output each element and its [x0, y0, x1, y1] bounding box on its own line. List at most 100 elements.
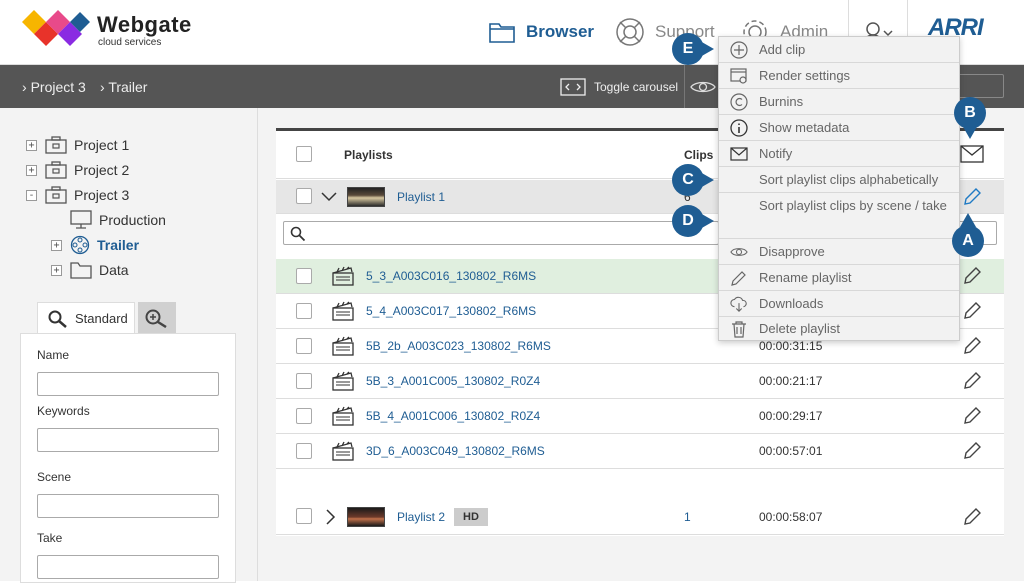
- menu-item-sort-by-scene-take[interactable]: Sort playlist clips by scene / take: [719, 193, 959, 239]
- clip-row[interactable]: 5B_4_A001C006_130802_R0Z4 00:00:29:17: [276, 399, 1004, 434]
- menu-item-label: Notify: [759, 146, 793, 161]
- row-checkbox[interactable]: [296, 268, 312, 284]
- cloud-download-icon: [730, 295, 748, 313]
- menu-item-label: Show metadata: [759, 120, 850, 135]
- row-checkbox[interactable]: [296, 373, 312, 389]
- pencil-icon[interactable]: [962, 301, 982, 321]
- expand-toggle[interactable]: +: [26, 139, 37, 151]
- menu-item-label: Disapprove: [759, 244, 825, 259]
- clapperboard-icon: [332, 371, 354, 391]
- playlist-name[interactable]: Playlist 2: [397, 510, 445, 524]
- row-checkbox[interactable]: [296, 188, 312, 204]
- menu-item-render-settings[interactable]: Render settings: [719, 63, 959, 89]
- playlist-row[interactable]: Playlist 2 HD 1 00:00:58:07: [276, 500, 1004, 535]
- info-icon: [730, 119, 748, 137]
- tree-item-data[interactable]: + Data: [51, 259, 129, 281]
- row-checkbox[interactable]: [296, 338, 312, 354]
- pencil-icon[interactable]: [962, 507, 982, 527]
- tree-item-label: Production: [99, 212, 166, 228]
- search-icon: [48, 310, 67, 328]
- expand-toggle[interactable]: +: [51, 239, 62, 251]
- clip-name[interactable]: 5_4_A003C017_130802_R6MS: [366, 304, 536, 318]
- menu-item-rename-playlist[interactable]: Rename playlist: [719, 265, 959, 291]
- name-input[interactable]: [37, 372, 219, 396]
- webgate-logo-icon: [22, 10, 90, 46]
- select-all-checkbox[interactable]: [296, 146, 312, 162]
- tree-item-label: Trailer: [97, 237, 140, 253]
- monitor-icon: [70, 210, 92, 229]
- row-checkbox[interactable]: [296, 508, 312, 524]
- pencil-icon[interactable]: [962, 336, 982, 356]
- toggle-carousel-button[interactable]: Toggle carousel: [560, 75, 678, 99]
- breadcrumb-search-input[interactable]: [958, 74, 1004, 98]
- tree-item-project-2[interactable]: + Project 2: [26, 159, 129, 181]
- scene-input[interactable]: [37, 494, 219, 518]
- callout-c: C: [672, 164, 714, 196]
- header-playlists: Playlists: [344, 148, 393, 162]
- render-settings-icon: [730, 67, 748, 85]
- playlist-name[interactable]: Playlist 1: [397, 190, 445, 204]
- brand-subtitle: cloud services: [98, 37, 162, 48]
- menu-item-label: Render settings: [759, 68, 851, 83]
- envelope-icon[interactable]: [960, 145, 984, 163]
- playlist-thumbnail: [347, 187, 385, 207]
- hd-badge: HD: [454, 508, 488, 526]
- tree-item-label: Project 1: [74, 137, 130, 153]
- brand-name: Webgate: [97, 12, 192, 37]
- clip-duration: 00:00:21:17: [759, 374, 823, 388]
- tree-item-trailer[interactable]: + Trailer: [51, 234, 139, 256]
- header-clips: Clips: [684, 148, 714, 162]
- row-checkbox[interactable]: [296, 303, 312, 319]
- clip-row[interactable]: 5B_3_A001C005_130802_R0Z4 00:00:21:17: [276, 364, 1004, 399]
- clip-name[interactable]: 5_3_A003C016_130802_R6MS: [366, 269, 536, 283]
- clip-name[interactable]: 3D_6_A003C049_130802_R6MS: [366, 444, 545, 458]
- take-input[interactable]: [37, 555, 219, 579]
- folder-icon: [70, 262, 92, 279]
- breadcrumb-item[interactable]: › Project 3: [22, 79, 86, 95]
- menu-item-sort-alphabetically[interactable]: Sort playlist clips alphabetically: [719, 167, 959, 193]
- clip-row[interactable]: 3D_6_A003C049_130802_R6MS 00:00:57:01: [276, 434, 1004, 469]
- menu-item-delete-playlist[interactable]: Delete playlist: [719, 317, 959, 341]
- menu-item-downloads[interactable]: Downloads: [719, 291, 959, 317]
- pencil-icon[interactable]: [962, 406, 982, 426]
- chevron-right-icon[interactable]: [325, 508, 337, 526]
- tab-advanced-search[interactable]: [138, 302, 176, 334]
- clapperboard-icon: [332, 336, 354, 356]
- row-checkbox[interactable]: [296, 443, 312, 459]
- chevron-down-icon[interactable]: [320, 191, 338, 203]
- pencil-icon[interactable]: [962, 187, 982, 207]
- tree-item-production[interactable]: Production: [70, 209, 166, 231]
- nav-browser[interactable]: Browser: [488, 18, 594, 46]
- menu-item-disapprove[interactable]: Disapprove: [719, 239, 959, 265]
- pencil-icon[interactable]: [962, 371, 982, 391]
- clip-duration: 00:00:29:17: [759, 409, 823, 423]
- callout-a: A: [952, 213, 984, 257]
- tree-item-project-3[interactable]: - Project 3: [26, 184, 129, 206]
- menu-item-burnins[interactable]: Burnins: [719, 89, 959, 115]
- pencil-icon[interactable]: [962, 441, 982, 461]
- tree-item-project-1[interactable]: + Project 1: [26, 134, 129, 156]
- clip-name[interactable]: 5B_2b_A003C023_130802_R6MS: [366, 339, 551, 353]
- view-toggle-button[interactable]: [684, 65, 720, 108]
- row-checkbox[interactable]: [296, 408, 312, 424]
- field-label-take: Take: [37, 531, 63, 545]
- menu-item-notify[interactable]: Notify: [719, 141, 959, 167]
- clip-name[interactable]: 5B_3_A001C005_130802_R0Z4: [366, 374, 540, 388]
- tab-standard-search[interactable]: Standard: [37, 302, 135, 334]
- playlist-clip-count: 1: [684, 510, 691, 524]
- callout-e: E: [672, 33, 714, 65]
- advanced-search-icon: [145, 309, 167, 328]
- clapperboard-icon: [332, 406, 354, 426]
- breadcrumb-item[interactable]: › Trailer: [100, 79, 147, 95]
- collapse-toggle[interactable]: -: [26, 189, 37, 201]
- plus-circle-icon: [730, 41, 748, 59]
- menu-item-show-metadata[interactable]: Show metadata: [719, 115, 959, 141]
- expand-toggle[interactable]: +: [26, 164, 37, 176]
- menu-item-add-clip[interactable]: Add clip: [719, 37, 959, 63]
- keywords-input[interactable]: [37, 428, 219, 452]
- clip-name[interactable]: 5B_4_A001C006_130802_R0Z4: [366, 409, 540, 423]
- pencil-icon[interactable]: [962, 266, 982, 286]
- expand-toggle[interactable]: +: [51, 264, 62, 276]
- eye-icon: [689, 81, 716, 92]
- clip-filter-input[interactable]: [283, 221, 719, 245]
